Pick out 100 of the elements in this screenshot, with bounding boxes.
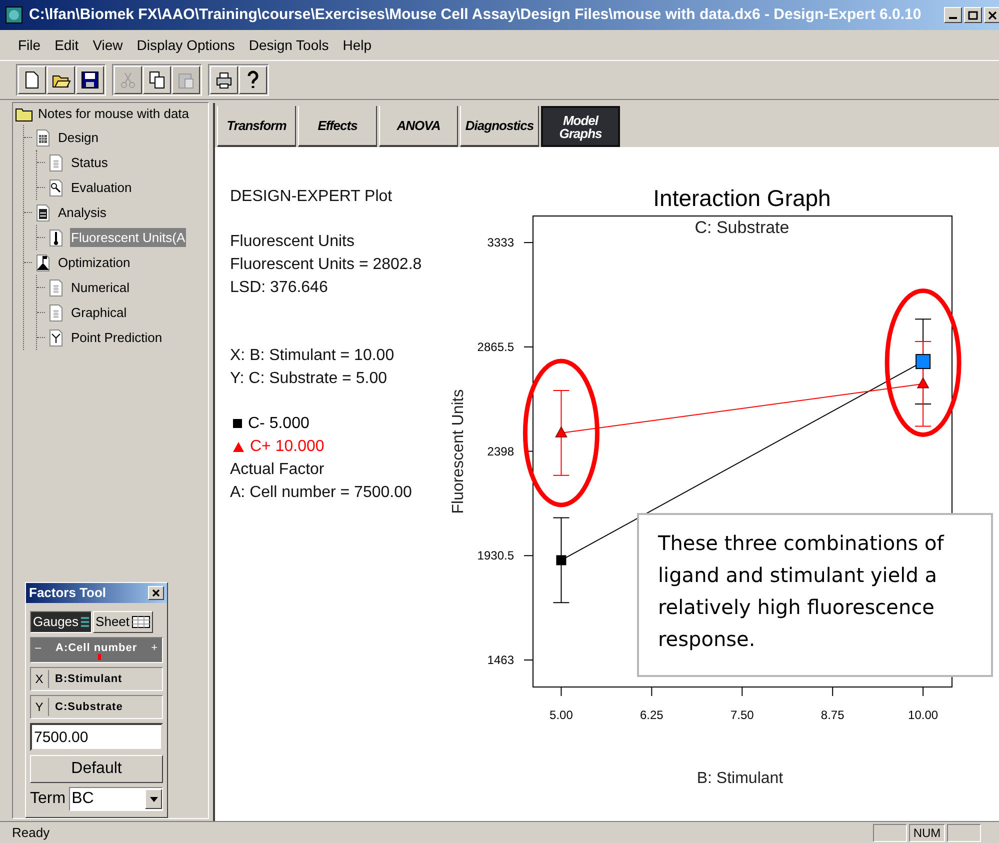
toolbar-button[interactable] [18,66,46,94]
document-icon [47,278,65,296]
status-panel: NUM [909,824,945,842]
close-button[interactable] [148,586,164,600]
window-title: Factors Tool [29,584,106,602]
factor-label: A:Cell number [56,641,138,656]
value-field[interactable]: 7500.00 [30,723,163,751]
search-icon [47,178,65,196]
axis-label: Y [31,698,49,716]
plot-heading: DESIGN-EXPERT Plot [230,187,392,207]
axis-label: X [31,670,49,688]
data-point[interactable] [916,377,930,388]
x-tick-label: 10.00 [908,708,938,722]
tree-item[interactable]: Numerical [70,278,131,298]
factor-gauge[interactable]: – A:Cell number + [30,637,163,663]
y-tick-label: 2398 [487,444,514,458]
x-tick-label: 6.25 [640,708,664,722]
data-point[interactable] [556,555,566,566]
close-icon [152,589,160,597]
maximize-icon [968,10,978,20]
term-dropdown[interactable]: BC [68,787,163,811]
y-tick-label: 2865.5 [477,340,514,354]
x-axis-label: B: Stimulant [696,770,784,787]
chart-document-icon [47,328,65,346]
menu-item[interactable]: Edit [54,34,79,56]
tree-item[interactable]: Optimization [57,252,132,272]
tree-item[interactable]: Fluorescent Units(A [70,228,186,248]
toolbar-button[interactable] [143,66,171,94]
status-panel [873,824,907,842]
axis-setting-text: Y: C: Substrate = 5.00 [230,369,388,389]
tree-item[interactable]: Point Prediction [70,328,164,348]
tree-item[interactable]: Notes for mouse with data [38,104,190,124]
x-tick-label: 5.00 [550,708,573,722]
factor-label: B:Stimulant [54,672,122,687]
response-text: LSD: 376.646 [230,278,329,298]
menu-item[interactable]: Display Options [136,34,235,56]
status-message: Ready [11,824,51,842]
close-icon [988,10,998,20]
y-axis-label: Fluorescent Units [450,389,467,514]
menu-item[interactable]: Design Tools [248,34,329,56]
selected-data-point[interactable] [916,354,931,370]
document-icon [47,154,65,172]
y-tick-label: 3333 [487,236,514,250]
toolbar-button[interactable] [76,66,104,94]
data-point[interactable] [555,426,568,438]
tab[interactable]: Diagnostics [460,106,539,147]
legend-label: C+ 10.000 [250,437,324,457]
gauge-icon [80,615,89,629]
tree-item[interactable]: Analysis [57,202,108,222]
mode-tab[interactable]: Gauges [30,611,92,633]
response-text: Fluorescent Units [230,232,356,252]
toolbar-button[interactable] [47,66,75,94]
minus-label: – [35,641,42,656]
tab[interactable]: Transform [217,106,296,147]
thermometer-icon [47,228,65,246]
toolbar-button[interactable] [239,66,267,94]
actual-factor-heading: Actual Factor [230,460,324,480]
plus-label: + [151,641,158,656]
actual-factor-text: A: Cell number = 7500.00 [230,483,412,503]
print-icon [214,70,234,90]
minimize-button[interactable] [944,7,962,23]
minimize-icon [949,17,957,19]
close-button[interactable] [984,7,999,23]
flag-icon [34,254,52,272]
grid-icon [132,616,150,628]
tree-item[interactable]: Evaluation [70,178,133,198]
factor-label: C:Substrate [54,700,123,715]
factor-row[interactable]: X B:Stimulant [30,667,163,691]
cut-icon [118,70,138,90]
gauge-marker[interactable] [98,654,101,660]
window-title: C:\lfan\Biomek FX\AAO\Training\course\Exercises\Mouse Cell Assay\Design Files\mouse with data.dx6 - Design-Expert 6.0.10 [29,4,922,25]
status-panel [947,824,981,842]
tab[interactable]: Model Graphs [541,106,620,147]
menu-item[interactable]: File [18,34,41,56]
menu-item[interactable]: Help [342,34,372,56]
tab[interactable]: Effects [298,106,377,147]
app-icon [5,6,23,24]
x-tick-label: 8.75 [820,708,844,722]
legend-label: C- 5.000 [248,414,310,434]
mode-tab[interactable]: Sheet [92,611,153,633]
default-button[interactable]: Default [30,755,163,783]
tree-item[interactable]: Design [57,128,100,148]
y-tick-label: 1930.5 [477,548,514,563]
axis-setting-text: X: B: Stimulant = 10.00 [230,346,394,366]
tree-item[interactable]: Status [70,152,109,172]
term-label: Term [30,789,66,809]
chart-subtitle: C: Substrate [694,218,790,237]
chart-title: Interaction Graph [653,185,831,211]
tree-item[interactable]: Graphical [70,302,128,322]
save-icon [80,70,100,90]
toolbar-button[interactable] [210,66,238,94]
dropdown-arrow-icon [150,796,158,802]
calculator-icon [34,204,52,222]
response-text: Fluorescent Units = 2802.8 [230,255,422,275]
tab[interactable]: ANOVA [379,106,458,147]
copy-icon [147,70,167,90]
menu-item[interactable]: View [92,34,123,56]
factor-row[interactable]: Y C:Substrate [30,695,163,719]
maximize-button[interactable] [964,7,982,23]
table-icon [34,128,52,146]
